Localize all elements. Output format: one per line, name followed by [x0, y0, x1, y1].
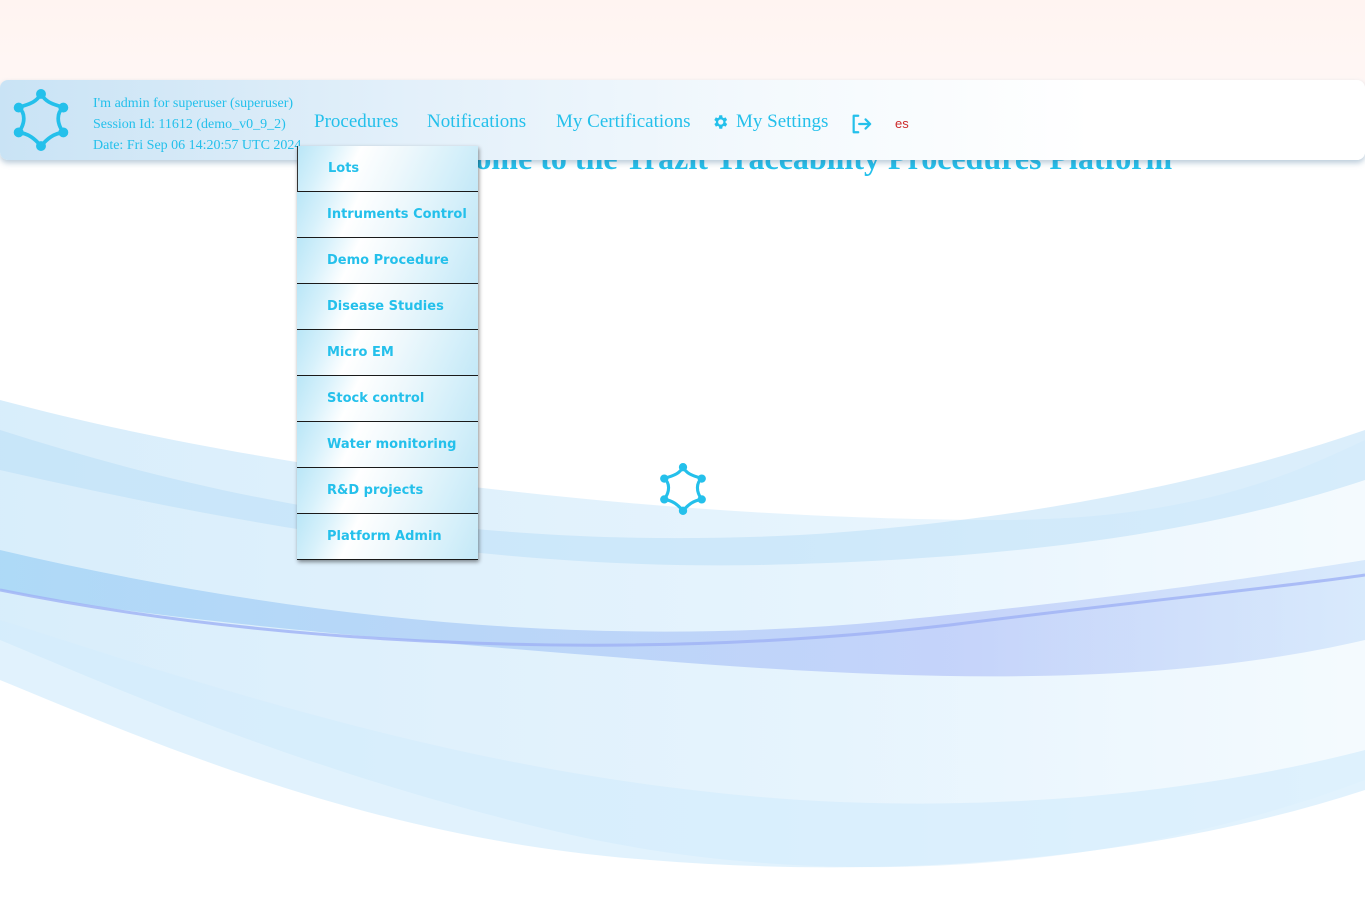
menu-item-disease-studies[interactable]: Disease Studies: [297, 284, 478, 330]
procedures-dropdown-menu: Lots Intruments Control Demo Procedure D…: [297, 146, 478, 560]
language-switch[interactable]: es: [895, 116, 909, 131]
menu-item-rd-projects[interactable]: R&D projects: [297, 468, 478, 514]
top-navigation-bar: I'm admin for superuser (superuser) Sess…: [0, 80, 1365, 160]
menu-item-platform-admin[interactable]: Platform Admin: [297, 514, 478, 560]
user-line: I'm admin for superuser (superuser): [93, 96, 294, 111]
date-line: Date: Fri Sep 06 14:20:57 UTC 2024: [93, 138, 302, 153]
menu-item-lots[interactable]: Lots: [297, 146, 478, 192]
menu-item-stock-control[interactable]: Stock control: [297, 376, 478, 422]
menu-item-micro-em[interactable]: Micro EM: [297, 330, 478, 376]
trazit-logo-icon: [660, 463, 706, 515]
nav-my-certifications[interactable]: My Certifications: [556, 111, 691, 133]
nav-my-settings[interactable]: My Settings: [711, 111, 828, 133]
logout-icon[interactable]: [850, 113, 872, 135]
top-band: [0, 0, 1365, 90]
gear-icon: [714, 115, 728, 129]
session-info: I'm admin for superuser (superuser) Sess…: [93, 93, 301, 156]
trazit-logo-icon[interactable]: [10, 89, 72, 151]
menu-item-water-monitoring[interactable]: Water monitoring: [297, 422, 478, 468]
nav-notifications[interactable]: Notifications: [427, 111, 526, 133]
nav-procedures[interactable]: Procedures: [314, 111, 398, 133]
session-line: Session Id: 11612 (demo_v0_9_2): [93, 117, 286, 132]
background-waves: [0, 400, 1365, 868]
nav-my-settings-label: My Settings: [736, 111, 829, 132]
menu-item-demo-procedure[interactable]: Demo Procedure: [297, 238, 478, 284]
menu-item-instruments-control[interactable]: Intruments Control: [297, 192, 478, 238]
